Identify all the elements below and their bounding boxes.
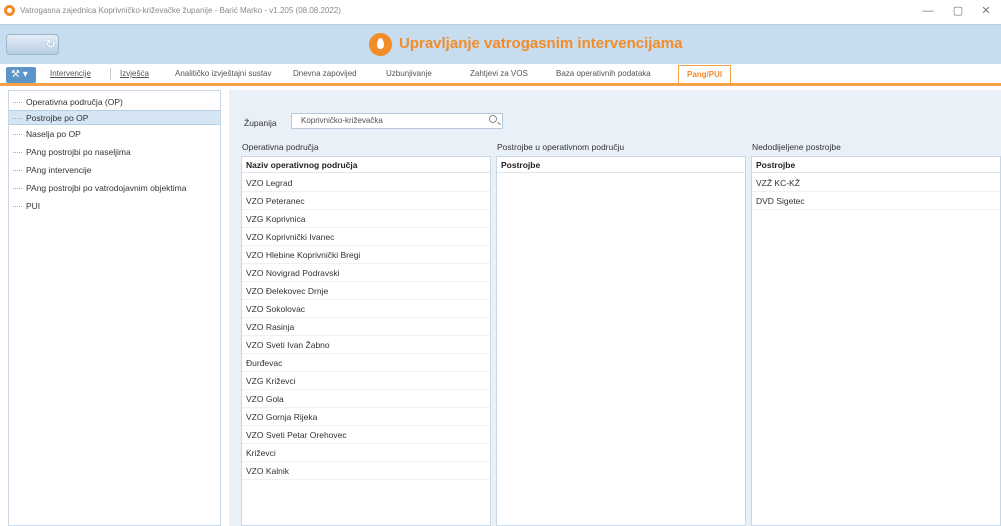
app-header: ← → ↻ Upravljanje vatrogasnim intervenci… [0, 24, 1001, 64]
minimize-button[interactable]: — [917, 2, 939, 20]
list-item[interactable]: VZO Novigrad Podravski [242, 264, 490, 282]
areas-panel-label: Operativna područja [242, 142, 319, 152]
window-title: Vatrogasna zajednica Koprivničko-križeva… [20, 6, 341, 15]
sidebar: Operativna područja (OP) Postrojbe po OP… [8, 90, 221, 526]
sidebar-item-operativna-podrucja[interactable]: Operativna područja (OP) [9, 95, 220, 110]
sidebar-item-pang-intervencije[interactable]: PAng intervencije [9, 163, 220, 178]
window-titlebar: Vatrogasna zajednica Koprivničko-križeva… [0, 0, 1001, 24]
list-item[interactable]: VZO Legrad [242, 174, 490, 192]
main-content: Županija Koprivničko-križevačka Operativ… [229, 90, 1001, 526]
list-item[interactable]: VZG Križevci [242, 372, 490, 390]
list-item[interactable]: VZO Koprivnički Ivanec [242, 228, 490, 246]
units-panel-label: Postrojbe u operativnom području [497, 142, 625, 152]
tab-uzbunjivanje[interactable]: Uzbunjivanje [386, 69, 432, 83]
tab-baza-operativnih-podataka[interactable]: Baza operativnih podataka [556, 69, 651, 83]
list-item[interactable]: VZO Hlebine Koprivnički Bregi [242, 246, 490, 264]
list-item[interactable]: VZO Sveti Petar Orehovec [242, 426, 490, 444]
main-tab-bar: ⚒ ▾ Intervencije Izvješća Analitičko izv… [0, 64, 1001, 86]
sidebar-item-postrojbe-po-op[interactable]: Postrojbe po OP [9, 110, 220, 125]
tab-zahtjevi-za-vos[interactable]: Zahtjevi za VOS [470, 69, 528, 83]
list-item[interactable]: VZG Koprivnica [242, 210, 490, 228]
list-item[interactable]: VZO Đelekovec Drnje [242, 282, 490, 300]
units-list[interactable]: Postrojbe [496, 156, 746, 526]
search-icon[interactable] [489, 115, 497, 123]
county-label: Županija [244, 118, 277, 128]
list-item[interactable]: VZO Sokolovac [242, 300, 490, 318]
list-item[interactable]: Đurđevac [242, 354, 490, 372]
app-title: Upravljanje vatrogasnim intervencijama [399, 35, 683, 52]
tab-analiticko-izvjestajni-sustav[interactable]: Analitičko izvještajni sustav [175, 69, 271, 83]
forward-button[interactable]: → [26, 37, 41, 52]
tab-pang-pui[interactable]: Pang/PUI [678, 65, 732, 83]
county-search-input[interactable]: Koprivničko-križevačka [291, 113, 503, 129]
areas-list[interactable]: Naziv operativnog područja VZO Legrad VZO… [241, 156, 491, 526]
list-item[interactable]: VZŽ KC-KŽ [752, 174, 1000, 192]
sidebar-item-pui[interactable]: PUI [9, 199, 220, 214]
flame-icon [369, 33, 392, 56]
county-value: Koprivničko-križevačka [301, 116, 383, 125]
maximize-button[interactable]: ▢ [947, 2, 969, 20]
list-item[interactable]: Križevci [242, 444, 490, 462]
list-item[interactable]: VZO Sveti Ivan Žabno [242, 336, 490, 354]
areas-list-header[interactable]: Naziv operativnog područja [242, 157, 490, 173]
close-button[interactable]: ✕ [975, 2, 997, 20]
sidebar-item-pang-postrojbi-po-naseljima[interactable]: PAng postrojbi po naseljima [9, 145, 220, 160]
sidebar-item-naselja-po-op[interactable]: Naselja po OP [9, 127, 220, 142]
refresh-button[interactable]: ↻ [43, 37, 58, 52]
list-item[interactable]: VZO Kalnik [242, 462, 490, 480]
unassigned-list-header[interactable]: Postrojbe [752, 157, 1000, 173]
app-logo-icon [4, 5, 15, 16]
back-button[interactable]: ← [9, 37, 24, 52]
sidebar-item-pang-postrojbi-po-vatrodojavnim-objektima[interactable]: PAng postrojbi po vatrodojavnim objektim… [9, 181, 220, 196]
tab-intervencije[interactable]: Intervencije [50, 69, 91, 83]
list-item[interactable]: VZO Peteranec [242, 192, 490, 210]
list-item[interactable]: VZO Gornja Rijeka [242, 408, 490, 426]
units-list-header[interactable]: Postrojbe [497, 157, 745, 173]
list-item[interactable]: VZO Gola [242, 390, 490, 408]
tools-menu-button[interactable]: ⚒ ▾ [6, 67, 36, 83]
navigation-controls: ← → ↻ [6, 34, 59, 55]
tab-separator [110, 68, 111, 80]
list-item[interactable]: VZO Rasinja [242, 318, 490, 336]
list-item[interactable]: DVD Sigetec [752, 192, 1000, 210]
tab-izvjesca[interactable]: Izvješća [120, 69, 149, 83]
tab-dnevna-zapovijed[interactable]: Dnevna zapovijed [293, 69, 357, 83]
unassigned-panel-label: Nedodijeljene postrojbe [752, 142, 841, 152]
unassigned-list[interactable]: Postrojbe VZŽ KC-KŽ DVD Sigetec [751, 156, 1001, 526]
